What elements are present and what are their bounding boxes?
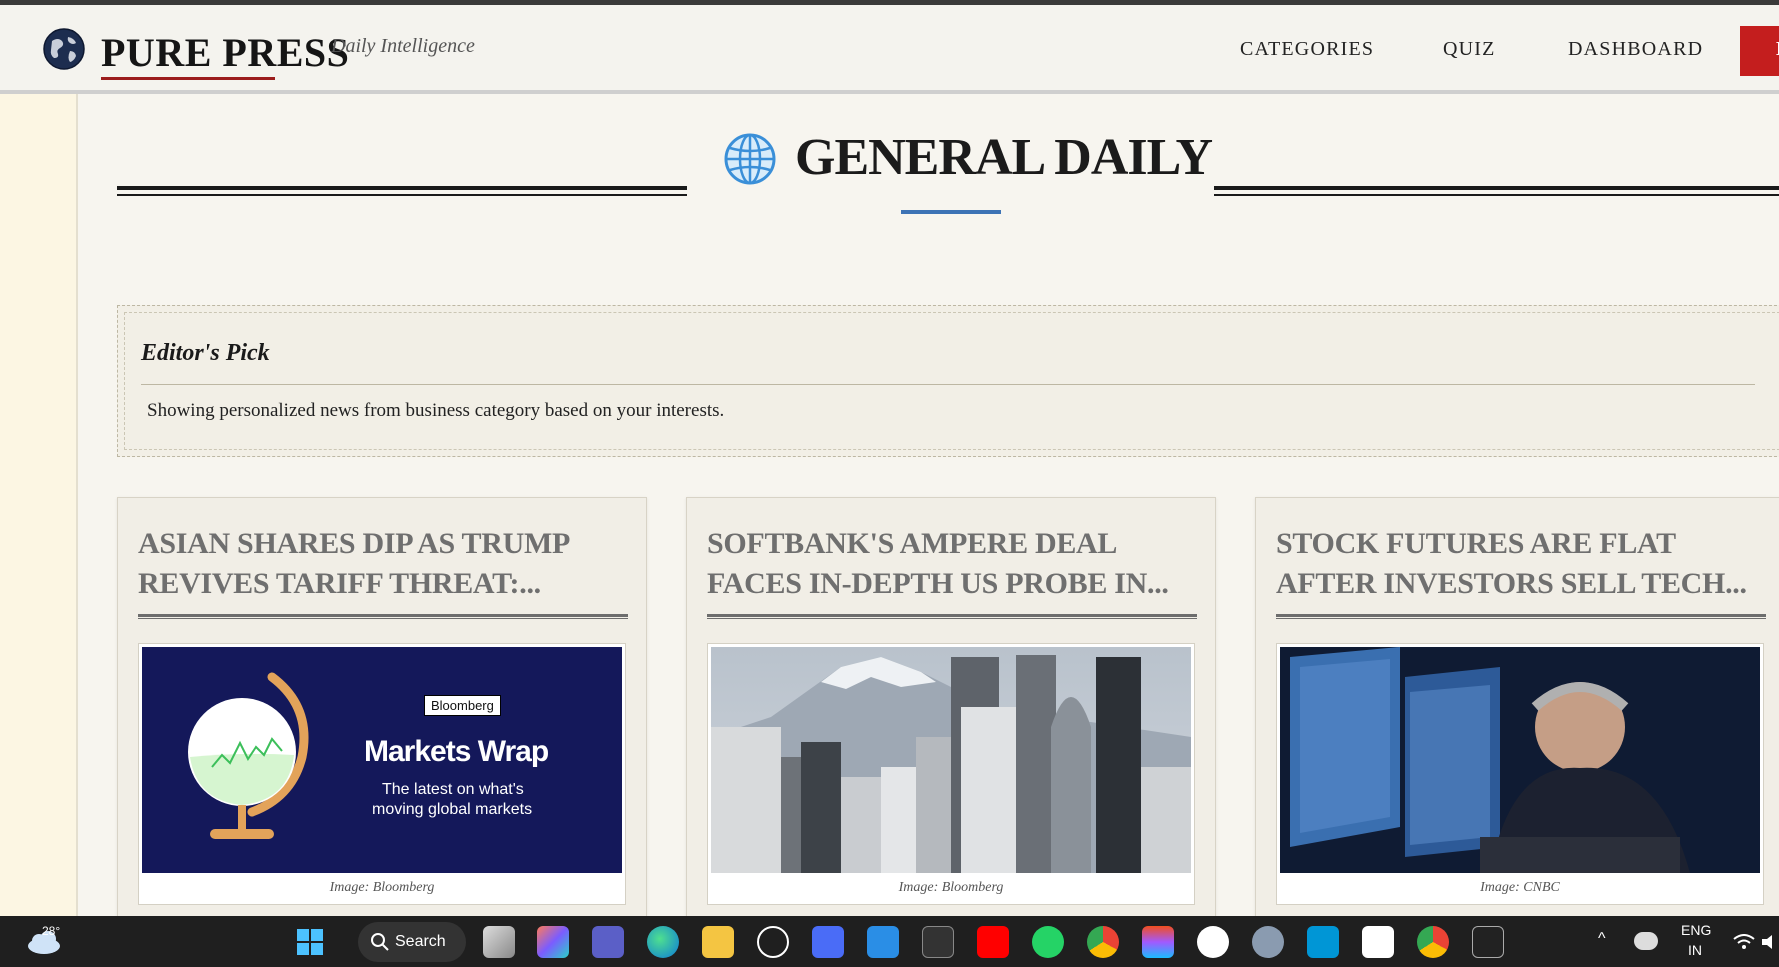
app-box-icon[interactable] — [1472, 926, 1504, 958]
copilot-icon[interactable] — [537, 926, 569, 958]
card-figure: Bloomberg Markets Wrap The latest on wha… — [138, 643, 626, 905]
vscode-icon[interactable] — [867, 926, 899, 958]
markets-wrap-subtitle-2: moving global markets — [372, 801, 533, 818]
weather-temp: 28° — [42, 924, 61, 938]
editors-pick-divider — [141, 384, 1755, 385]
title-accent-bar — [901, 210, 1001, 214]
editors-pick-box — [117, 305, 1779, 457]
nav-quiz[interactable]: QUIZ — [1443, 38, 1496, 61]
brand-name[interactable]: PURE PRESS — [101, 29, 349, 76]
chevron-up-icon[interactable]: ^ — [1598, 930, 1606, 948]
card-image-caption: Image: Bloomberg — [329, 880, 435, 895]
app-icon[interactable] — [812, 926, 844, 958]
card-headline[interactable]: STOCK FUTURES ARE FLAT AFTER INVESTORS S… — [1276, 524, 1766, 604]
whatsapp-icon[interactable] — [1032, 926, 1064, 958]
card-headline[interactable]: SOFTBANK'S AMPERE DEAL FACES IN-DEPTH US… — [707, 524, 1197, 604]
figma-icon[interactable] — [1142, 926, 1174, 958]
card-image-tokyo-skyline[interactable] — [711, 647, 1191, 873]
editors-pick-inner-border — [124, 312, 1779, 450]
youtube-icon[interactable] — [977, 926, 1009, 958]
taskbar: 28° Search ^ ENG IN — [0, 916, 1779, 967]
brand-underline — [101, 77, 275, 80]
title-rule-right — [1214, 186, 1779, 196]
editors-pick-text: Showing personalized news from business … — [147, 400, 725, 421]
onedrive-cloud-icon[interactable] — [1634, 932, 1658, 950]
brand-tagline: Daily Intelligence — [331, 35, 475, 57]
nav-login-button[interactable]: L — [1740, 26, 1779, 76]
search-icon — [371, 933, 389, 951]
chatgpt-icon[interactable] — [757, 926, 789, 958]
wifi-icon[interactable] — [1733, 934, 1755, 950]
settings-gear-icon[interactable] — [1252, 926, 1284, 958]
language-line-2[interactable]: IN — [1688, 942, 1702, 958]
edge-icon[interactable] — [647, 926, 679, 958]
card-image-caption: Image: CNBC — [1480, 880, 1560, 895]
google-icon[interactable] — [1197, 926, 1229, 958]
skyline-illustration — [711, 655, 1191, 873]
nav-dashboard[interactable]: DASHBOARD — [1568, 38, 1703, 61]
volume-icon[interactable] — [1761, 934, 1779, 950]
news-card[interactable]: ASIAN SHARES DIP AS TRUMP REVIVES TARIFF… — [117, 497, 647, 927]
myhp-icon[interactable] — [1307, 926, 1339, 958]
nav-categories[interactable]: CATEGORIES — [1240, 38, 1374, 61]
task-view-icon[interactable] — [483, 926, 515, 958]
card-headline[interactable]: ASIAN SHARES DIP AS TRUMP REVIVES TARIFF… — [138, 524, 628, 604]
taskbar-search[interactable]: Search — [358, 922, 466, 962]
news-card[interactable]: STOCK FUTURES ARE FLAT AFTER INVESTORS S… — [1255, 497, 1779, 927]
card-image-markets-wrap[interactable]: Bloomberg Markets Wrap The latest on wha… — [142, 647, 622, 873]
news-card[interactable]: SOFTBANK'S AMPERE DEAL FACES IN-DEPTH US… — [686, 497, 1216, 927]
card-image-caption: Image: Bloomberg — [898, 880, 1004, 895]
bloomberg-badge: Bloomberg — [424, 695, 501, 716]
card-image-trader[interactable] — [1280, 647, 1760, 873]
language-line-1[interactable]: ENG — [1681, 922, 1711, 938]
trader-illustration — [1280, 647, 1760, 873]
card-rule — [1276, 614, 1766, 619]
file-explorer-icon[interactable] — [702, 926, 734, 958]
card-figure: Image: CNBC — [1276, 643, 1764, 905]
teams-icon[interactable] — [592, 926, 624, 958]
markets-wrap-title: Markets Wrap — [364, 735, 549, 768]
card-rule — [707, 614, 1197, 619]
microsoft-store-icon[interactable] — [1362, 926, 1394, 958]
globe-logo-icon[interactable] — [42, 27, 86, 71]
chrome-icon[interactable] — [1087, 926, 1119, 958]
markets-wrap-subtitle-1: The latest on what's — [382, 781, 524, 798]
editors-pick-title: Editor's Pick — [141, 340, 270, 366]
terminal-icon[interactable] — [922, 926, 954, 958]
taskbar-search-label: Search — [395, 933, 446, 950]
section-title: GENERAL DAILY — [795, 129, 1213, 186]
chrome-profile-icon[interactable] — [1417, 926, 1449, 958]
left-margin-column — [0, 94, 78, 916]
card-rule — [138, 614, 628, 619]
windows-start-icon[interactable] — [294, 926, 326, 958]
globe-icon — [724, 133, 776, 185]
title-rule-left — [117, 186, 687, 196]
card-figure: Image: Bloomberg — [707, 643, 1195, 905]
site-header: PURE PRESS Daily Intelligence CATEGORIES… — [0, 5, 1779, 94]
